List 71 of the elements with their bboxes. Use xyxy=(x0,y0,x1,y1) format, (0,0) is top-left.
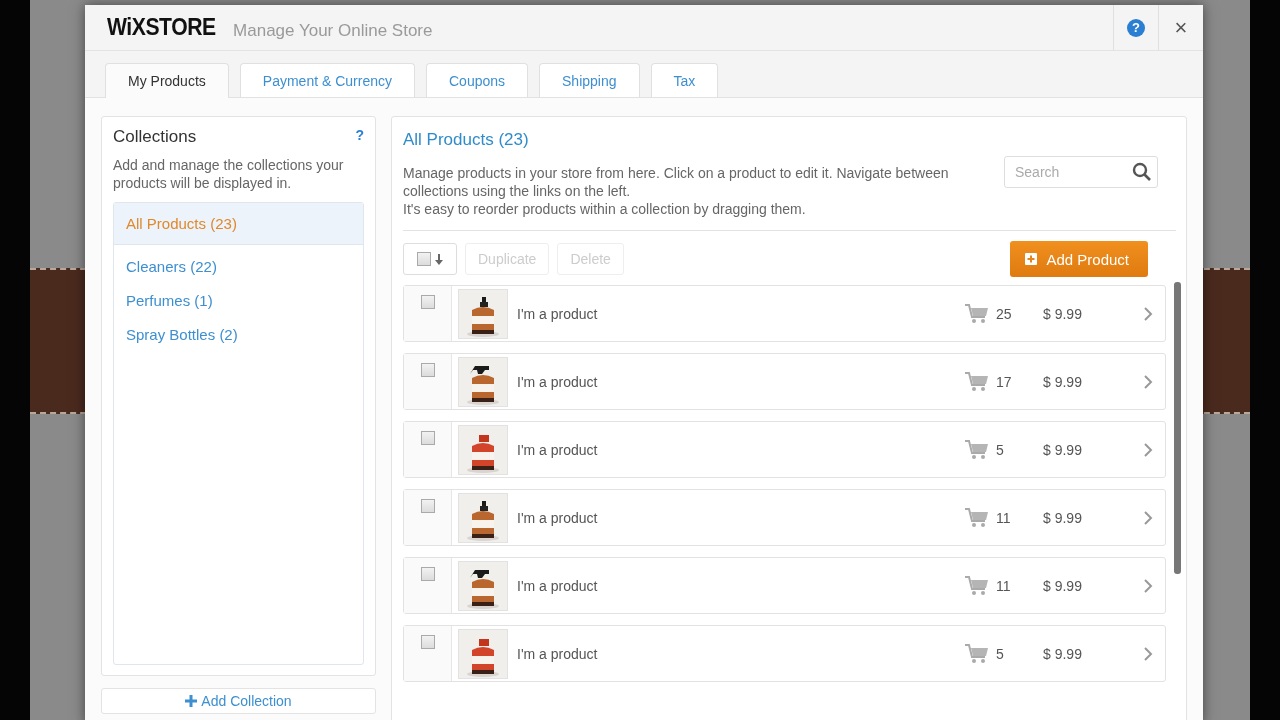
checkbox[interactable] xyxy=(420,363,435,377)
plus-icon xyxy=(185,695,198,707)
cart-icon xyxy=(964,642,990,665)
scrollbar[interactable] xyxy=(1174,282,1181,574)
checkbox[interactable] xyxy=(420,635,435,649)
tab[interactable]: My Products xyxy=(105,63,229,98)
search-field[interactable]: Search xyxy=(1004,156,1158,188)
product-price: $ 9.99 xyxy=(1043,509,1083,526)
chevron-right-icon xyxy=(1143,305,1153,322)
collection-item[interactable]: Spray Bottles (2) xyxy=(114,319,363,353)
checkbox[interactable] xyxy=(420,431,435,445)
panel-description: Manage products in your store from here. Click on a product to edit it. Navigate between collections using the links on the left. xyxy=(403,164,950,200)
chevron-right-icon xyxy=(1143,645,1153,662)
add-product-button[interactable]: Add Product xyxy=(1010,241,1148,277)
collection-item[interactable]: Perfumes (1) xyxy=(114,285,363,319)
add-collection-button[interactable]: Add Collection xyxy=(101,688,376,714)
panel-title: All Products (23) xyxy=(403,130,530,150)
select-all-dropdown[interactable] xyxy=(403,243,457,275)
arrow-down-icon xyxy=(435,253,443,265)
tab[interactable]: Payment & Currency xyxy=(239,63,415,97)
cart-icon xyxy=(964,506,990,529)
stock-count: 5 xyxy=(996,645,1005,662)
product-name: I'm a product xyxy=(517,441,599,458)
product-name: I'm a product xyxy=(517,577,599,594)
stock-count: 25 xyxy=(996,305,1013,322)
stock-count: 11 xyxy=(996,577,1012,594)
checkbox[interactable] xyxy=(417,252,431,266)
product-price: $ 9.99 xyxy=(1043,305,1083,322)
search-icon xyxy=(1132,162,1152,182)
product-price: $ 9.99 xyxy=(1043,645,1083,662)
cart-icon xyxy=(964,302,990,325)
panel-description: Add and manage the collections your products will be displayed in. xyxy=(113,156,345,192)
chevron-right-icon xyxy=(1143,441,1153,458)
product-row[interactable]: I'm a product 17 $ 9.99 xyxy=(403,353,1166,410)
product-row[interactable]: I'm a product 25 $ 9.99 xyxy=(403,285,1166,342)
store-subtitle: Manage Your Online Store xyxy=(233,20,433,41)
plus-icon xyxy=(1025,253,1038,265)
product-row[interactable]: I'm a product 11 $ 9.99 xyxy=(403,489,1166,546)
collection-item[interactable]: All Products (23) xyxy=(114,203,363,245)
panel-title: Collections xyxy=(113,127,197,147)
help-button[interactable]: ? xyxy=(1127,18,1145,37)
stock-count: 5 xyxy=(996,441,1005,458)
product-price: $ 9.99 xyxy=(1043,577,1083,594)
checkbox[interactable] xyxy=(420,295,435,309)
store-logo: WiXSTORE xyxy=(107,14,216,41)
product-price: $ 9.99 xyxy=(1043,373,1083,390)
cart-icon xyxy=(964,438,990,461)
collection-item[interactable]: Cleaners (22) xyxy=(114,251,363,285)
chevron-right-icon xyxy=(1143,373,1153,390)
product-row[interactable]: I'm a product 11 $ 9.99 xyxy=(403,557,1166,614)
product-row[interactable]: I'm a product 5 $ 9.99 xyxy=(403,421,1166,478)
product-price: $ 9.99 xyxy=(1043,441,1083,458)
cart-icon xyxy=(964,370,990,393)
tab[interactable]: Tax xyxy=(650,63,719,97)
stock-count: 17 xyxy=(996,373,1013,390)
product-name: I'm a product xyxy=(517,645,599,662)
chevron-right-icon xyxy=(1143,509,1153,526)
checkbox[interactable] xyxy=(420,567,435,581)
tab[interactable]: Coupons xyxy=(426,63,529,97)
product-row[interactable]: I'm a product 5 $ 9.99 xyxy=(403,625,1166,682)
panel-description: It's easy to reorder products within a collection by dragging them. xyxy=(403,200,807,218)
checkbox[interactable] xyxy=(420,499,435,513)
close-button[interactable]: × xyxy=(1159,5,1203,50)
cart-icon xyxy=(964,574,990,597)
chevron-right-icon xyxy=(1143,577,1153,594)
tab[interactable]: Shipping xyxy=(539,63,640,97)
stock-count: 11 xyxy=(996,509,1012,526)
product-name: I'm a product xyxy=(517,373,599,390)
product-name: I'm a product xyxy=(517,509,599,526)
help-link[interactable]: ? xyxy=(355,127,364,147)
product-name: I'm a product xyxy=(517,305,599,322)
